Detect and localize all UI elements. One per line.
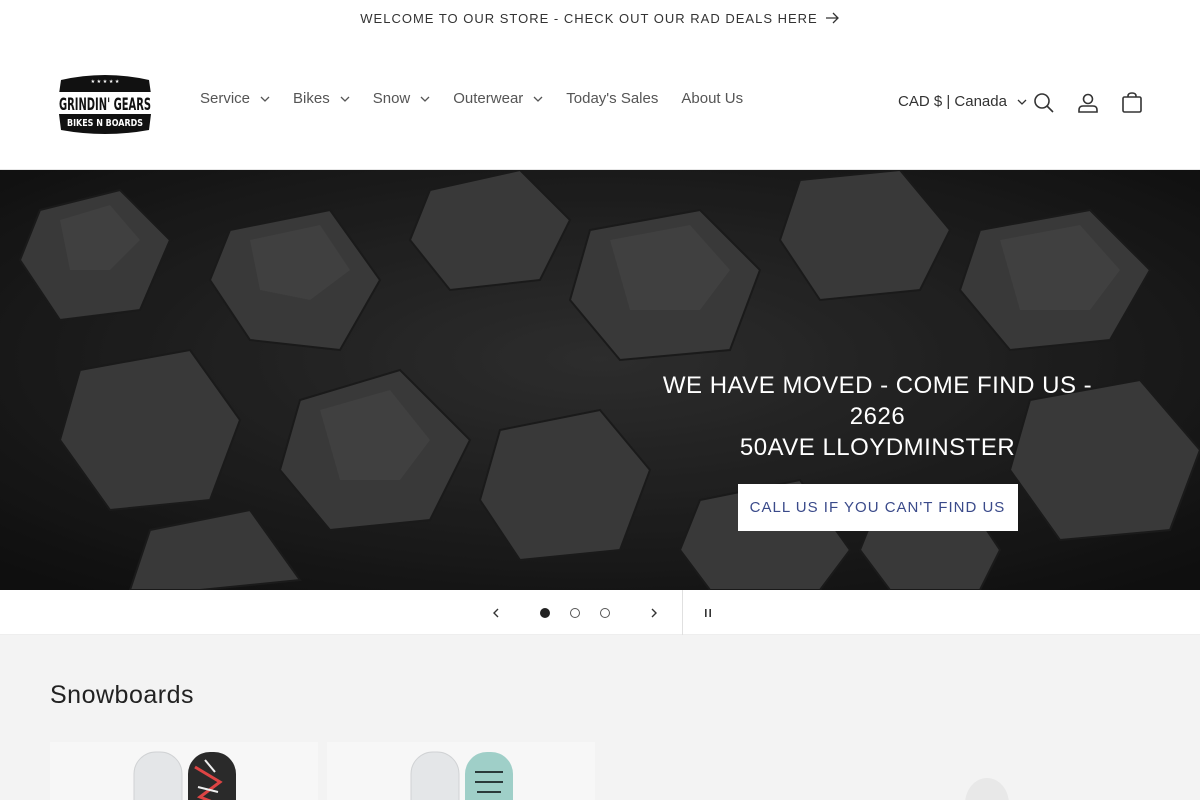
currency-label: CAD $ | Canada	[898, 93, 1007, 110]
announcement-text: WELCOME TO OUR STORE - CHECK OUT OUR RAD…	[360, 10, 818, 26]
nav-item-label: Bikes	[293, 90, 330, 107]
pause-slideshow-button[interactable]	[693, 590, 723, 635]
product-card[interactable]	[50, 742, 318, 800]
cart-icon	[1122, 92, 1142, 113]
nav-item-label: Snow	[372, 90, 411, 107]
product-image	[410, 751, 513, 800]
slide-dot-indicator	[600, 607, 610, 618]
svg-text:★ ★ ★ ★ ★: ★ ★ ★ ★ ★	[91, 79, 120, 85]
store-logo[interactable]: ★ ★ ★ ★ ★ GRINDIN' GEARS BIKES N BOARDS	[55, 72, 155, 136]
call-us-button[interactable]: CALL US IF YOU CAN'T FIND US	[737, 484, 1018, 531]
controls-divider	[682, 590, 683, 635]
chevron-down-icon	[260, 96, 270, 102]
product-image	[133, 751, 236, 800]
featured-collection: Snowboards	[0, 635, 1200, 800]
slide-dot-indicator	[540, 607, 550, 618]
product-image	[965, 778, 1009, 800]
cart-button[interactable]	[1120, 91, 1144, 115]
nav-item-label: Today's Sales	[566, 90, 659, 107]
announcement-link[interactable]: WELCOME TO OUR STORE - CHECK OUT OUR RAD…	[360, 11, 839, 26]
previous-slide-button[interactable]	[481, 590, 511, 635]
chevron-right-icon	[651, 608, 657, 617]
product-card[interactable]	[327, 742, 595, 800]
announcement-bar: WELCOME TO OUR STORE - CHECK OUT OUR RAD…	[0, 0, 1200, 36]
chevron-left-icon	[493, 608, 499, 617]
nav-item-label: Outerwear	[453, 90, 524, 107]
search-icon	[1034, 93, 1054, 113]
nav-item-service[interactable]: Service	[200, 90, 270, 107]
collection-title: Snowboards	[50, 681, 194, 709]
pause-icon	[705, 608, 711, 617]
nav-item-bikes[interactable]: Bikes	[293, 90, 350, 107]
next-slide-button[interactable]	[639, 590, 669, 635]
logo-image: ★ ★ ★ ★ ★ GRINDIN' GEARS BIKES N BOARDS	[58, 75, 152, 134]
main-nav: Service Bikes Snow Outerwear Today's Sal…	[200, 90, 766, 107]
chevron-down-icon	[1017, 99, 1027, 105]
product-card[interactable]	[880, 742, 1148, 800]
slide-dot-2[interactable]	[565, 590, 585, 635]
account-icon	[1078, 93, 1098, 113]
site-header: ★ ★ ★ ★ ★ GRINDIN' GEARS BIKES N BOARDS …	[0, 36, 1200, 170]
logo-line1: GRINDIN' GEARS	[59, 95, 151, 115]
hero-heading-line1: WE HAVE MOVED - COME FIND US - 2626	[662, 372, 1093, 430]
nav-item-outerwear[interactable]: Outerwear	[453, 90, 543, 107]
hero-heading: WE HAVE MOVED - COME FIND US - 2626 50AV…	[640, 370, 1115, 463]
chevron-down-icon	[340, 96, 350, 102]
chevron-down-icon	[420, 96, 430, 102]
slide-dot-1[interactable]	[535, 590, 555, 635]
slide-dot-3[interactable]	[595, 590, 615, 635]
currency-selector[interactable]: CAD $ | Canada	[898, 93, 1027, 110]
nav-item-todays-sales[interactable]: Today's Sales	[566, 90, 658, 107]
search-button[interactable]	[1032, 91, 1056, 115]
chevron-down-icon	[533, 96, 543, 102]
hero-content: WE HAVE MOVED - COME FIND US - 2626 50AV…	[640, 370, 1115, 531]
hero-slide: WE HAVE MOVED - COME FIND US - 2626 50AV…	[0, 170, 1200, 590]
nav-item-label: About Us	[681, 90, 744, 107]
slideshow-controls	[0, 590, 1200, 635]
slide-dot-indicator	[570, 607, 580, 618]
account-button[interactable]	[1076, 91, 1100, 115]
nav-item-label: Service	[200, 90, 251, 107]
nav-item-about-us[interactable]: About Us	[681, 90, 743, 107]
arrow-right-icon	[825, 12, 839, 24]
logo-line2: BIKES N BOARDS	[67, 118, 143, 129]
hero-heading-line2: 50AVE LLOYDMINSTER	[739, 434, 1016, 461]
nav-item-snow[interactable]: Snow	[373, 90, 431, 107]
